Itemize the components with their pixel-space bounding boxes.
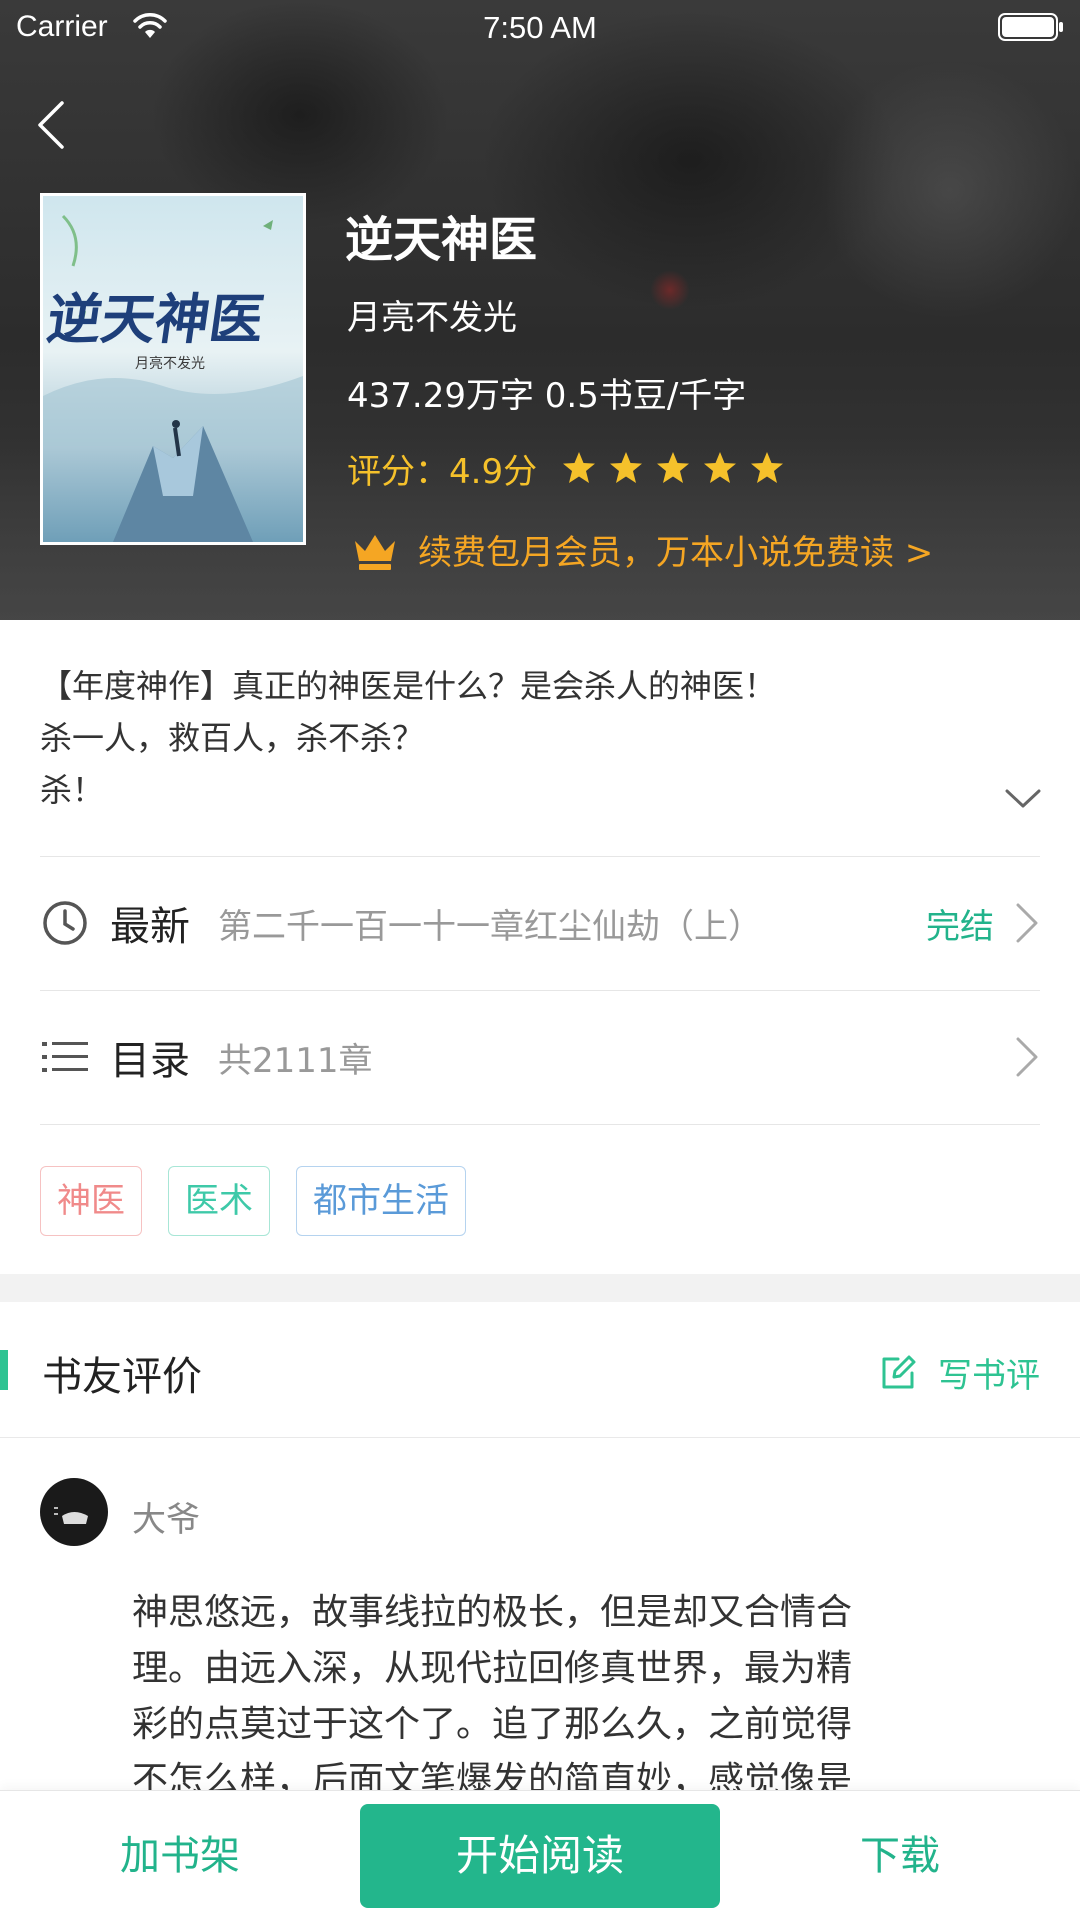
review-text: 神思悠远，故事线拉的极长，但是却又合情合 理。由远入深，从现代拉回修真世界，最为… — [132, 1585, 992, 1809]
book-title: 逆天神医 — [345, 212, 538, 268]
cover-artwork: 逆天神医 月亮不发光 — [43, 196, 303, 542]
chevron-right-icon — [1016, 903, 1038, 943]
tag-chip[interactable]: 神医 — [40, 1166, 142, 1236]
synopsis: 【年度神作】真正的神医是什么？是会杀人的神医！ 杀一人，救百人，杀不杀？ 杀！ — [40, 660, 1000, 816]
download-button[interactable]: 下载 — [780, 1791, 1020, 1920]
chevron-right-icon — [1016, 1037, 1038, 1077]
latest-chapter-row[interactable]: 最新 第二千一百一十一章红尘仙劫（上） 完结 — [40, 858, 1040, 988]
write-review-button[interactable]: 写书评 — [878, 1348, 1040, 1397]
start-reading-button[interactable]: 开始阅读 — [360, 1804, 720, 1908]
star-icon — [704, 452, 737, 483]
cover-author: 月亮不发光 — [135, 355, 205, 372]
chevron-down-icon[interactable] — [1004, 782, 1042, 814]
rating-stars — [561, 450, 796, 486]
divider — [40, 1124, 1040, 1125]
status-bar: Carrier 7:50 AM — [0, 0, 1080, 54]
crown-icon — [355, 534, 395, 570]
reviews-header: 书友评价 写书评 — [0, 1302, 1080, 1438]
avatar[interactable] — [40, 1478, 108, 1546]
book-detail-page: Carrier 7:50 AM 逆天神医 月亮不发光 逆天神医 月亮不发光 43… — [0, 0, 1080, 1920]
book-stats: 437.29万字 0.5书豆/千字 — [347, 376, 747, 416]
vip-promo-link[interactable]: 续费包月会员，万本小说免费读 > — [352, 525, 933, 574]
synopsis-line: 【年度神作】真正的神医是什么？是会杀人的神医！ — [40, 667, 777, 705]
review-line: 彩的点莫过于这个了。追了那么久，之前觉得 — [132, 1704, 853, 1745]
catalog-right — [1014, 1035, 1040, 1079]
star-icon — [751, 452, 784, 483]
tag-list: 神医 医术 都市生活 — [40, 1166, 492, 1236]
bottom-action-bar: 加书架 开始阅读 下载 — [0, 1790, 1080, 1920]
star-icon — [563, 452, 596, 483]
rating-row: 评分：4.9分 — [347, 446, 796, 492]
back-arrow-icon[interactable] — [32, 95, 72, 155]
catalog-label: 目录 — [110, 1038, 190, 1084]
book-header: Carrier 7:50 AM 逆天神医 月亮不发光 逆天神医 月亮不发光 43… — [0, 0, 1080, 620]
book-author[interactable]: 月亮不发光 — [347, 290, 517, 339]
star-icon — [657, 452, 690, 483]
reviewer-name: 大爷 — [132, 1500, 200, 1540]
tag-chip[interactable]: 都市生活 — [296, 1166, 466, 1236]
latest-chapter-title: 第二千一百一十一章红尘仙劫（上） — [218, 906, 762, 947]
clock-icon — [43, 901, 87, 945]
clock: 7:50 AM — [483, 10, 597, 45]
list-icon — [42, 1042, 88, 1072]
battery-icon — [998, 13, 1063, 41]
synopsis-line: 杀一人，救百人，杀不杀？ — [40, 719, 425, 757]
chapter-count: 共2111章 — [218, 1040, 373, 1081]
latest-label: 最新 — [110, 904, 190, 950]
book-cover[interactable]: 逆天神医 月亮不发光 — [40, 193, 306, 545]
synopsis-line: 杀！ — [40, 771, 105, 809]
rating-text: 评分：4.9分 — [347, 451, 538, 492]
section-accent-bar — [0, 1350, 8, 1390]
section-separator — [0, 1274, 1080, 1302]
catalog-row[interactable]: 目录 共2111章 — [40, 992, 1040, 1122]
latest-right: 完结 — [926, 899, 1040, 948]
edit-icon — [882, 1355, 916, 1388]
divider — [40, 856, 1040, 857]
completion-status: 完结 — [926, 906, 994, 947]
reviews-title: 书友评价 — [42, 1354, 202, 1400]
vip-promo-text: 续费包月会员，万本小说免费读 > — [418, 533, 934, 573]
tag-chip[interactable]: 医术 — [168, 1166, 270, 1236]
add-to-shelf-button[interactable]: 加书架 — [60, 1791, 300, 1920]
divider — [40, 990, 1040, 991]
star-icon — [610, 452, 643, 483]
write-review-label: 写书评 — [938, 1356, 1040, 1396]
review-line: 神思悠远，故事线拉的极长，但是却又合情合 — [132, 1592, 853, 1633]
cover-title: 逆天神医 — [43, 287, 268, 351]
review-line: 理。由远入深，从现代拉回修真世界，最为精 — [132, 1648, 853, 1689]
